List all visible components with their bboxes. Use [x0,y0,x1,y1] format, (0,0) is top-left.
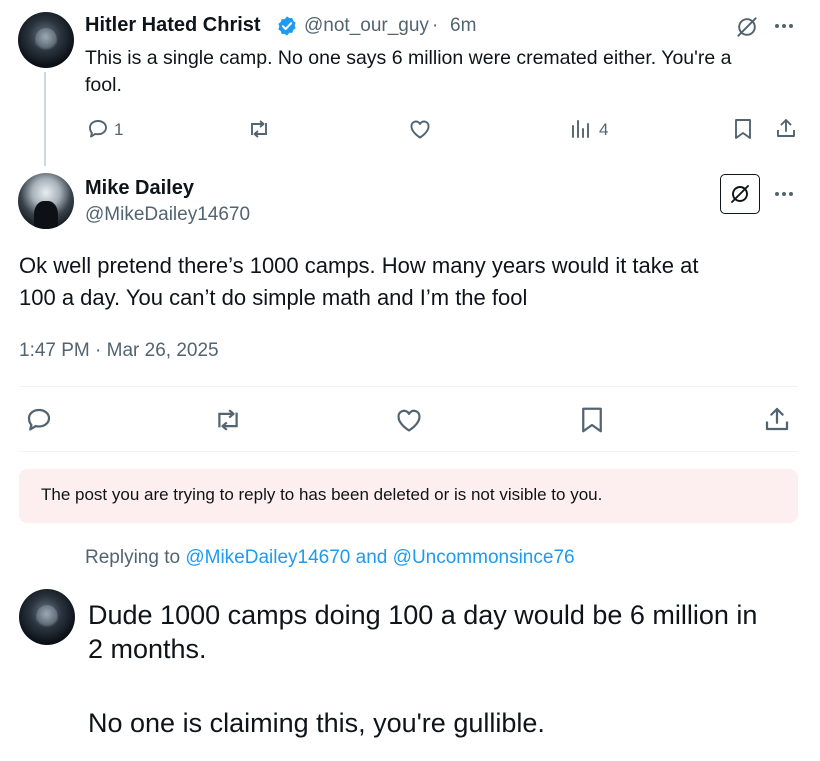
reply-icon[interactable] [86,117,110,141]
replying-to-line: Replying to @MikeDailey14670 and @Uncomm… [85,547,575,569]
reply-textarea[interactable]: Dude 1000 camps doing 100 a day would be… [88,598,808,740]
avatar-not-our-guy[interactable] [18,12,74,68]
divider [19,386,798,387]
post2-text-line2: 100 a day. You can’t do simple math and … [19,285,528,310]
post2-text-line1: Ok well pretend there’s 1000 camps. How … [19,253,699,278]
bookmark-icon[interactable] [579,405,605,435]
post1-reply-count: 1 [114,120,124,139]
views-icon[interactable] [570,117,594,141]
repost-icon[interactable] [212,405,244,435]
more-icon[interactable] [774,22,794,30]
deleted-post-notice: The post you are trying to reply to has … [19,469,798,523]
divider [19,451,798,452]
reply-icon[interactable] [24,405,54,435]
grok-icon [728,182,752,206]
post1-dot-separator: · [432,15,439,36]
share-icon[interactable] [762,404,792,434]
verified-badge-icon [276,15,298,37]
deleted-post-notice-text: The post you are trying to reply to has … [41,485,603,504]
avatar-mike-dailey[interactable] [18,173,74,229]
more-icon[interactable] [774,190,794,198]
post1-text-line1: This is a single camp. No one says 6 mil… [85,47,732,69]
post2-author-handle[interactable]: @MikeDailey14670 [85,204,250,226]
reply-text-line2: 2 months. [88,634,207,664]
post1-author-handle[interactable]: @not_our_guy [304,15,429,37]
grok-icon[interactable] [734,14,760,40]
bookmark-icon[interactable] [733,117,753,141]
thread-connector-line [44,72,46,166]
post2-text: Ok well pretend there’s 1000 camps. How … [19,250,698,314]
post1-time[interactable]: 6m [450,15,476,37]
mention-uncommonsince76[interactable]: @Uncommonsince76 [393,547,575,568]
grok-button[interactable] [720,174,760,214]
post2-timestamp[interactable]: 1:47 PM · Mar 26, 2025 [19,340,219,362]
mention-and[interactable]: and [356,547,388,568]
reply-text-line3: No one is claiming this, you're gullible… [88,708,545,738]
post1-text-line2: fool. [85,74,122,96]
post1-author-name[interactable]: Hitler Hated Christ [85,14,261,37]
repost-icon[interactable] [246,117,272,141]
reply-text-line1: Dude 1000 camps doing 100 a day would be… [88,600,758,630]
like-icon[interactable] [407,117,433,141]
mention-mikedailey[interactable]: @MikeDailey14670 [185,547,350,568]
like-icon[interactable] [393,405,425,435]
post2-author-name[interactable]: Mike Dailey [85,177,194,200]
replying-to-label: Replying to [85,547,181,568]
post1-views-count: 4 [599,120,609,139]
composer-avatar[interactable] [19,589,75,645]
share-icon[interactable] [774,116,798,140]
post1-text: This is a single camp. No one says 6 mil… [85,45,731,99]
